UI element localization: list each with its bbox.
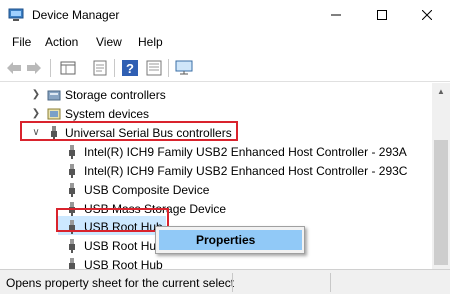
usb-plug-icon	[69, 239, 75, 253]
status-divider	[232, 273, 233, 292]
scroll-up-arrow-icon[interactable]: ▲	[432, 83, 450, 100]
details-page-icon	[93, 60, 107, 76]
system-devices-icon	[47, 108, 61, 120]
usb-plug-icon	[69, 145, 75, 159]
status-divider	[330, 273, 331, 292]
usb-plug-icon	[69, 183, 75, 197]
scroll-thumb[interactable]	[434, 140, 448, 265]
tree-item-label: USB Root Hub	[84, 239, 163, 253]
help-question-icon: ?	[122, 60, 138, 76]
tree-item-usb-root-hub[interactable]: USB Root Hub	[0, 255, 432, 269]
close-icon	[422, 10, 432, 20]
context-menu-properties[interactable]: Properties	[159, 230, 302, 250]
tree-item-label: USB Mass Storage Device	[84, 202, 227, 216]
minimize-icon	[331, 14, 341, 16]
tree-item-usb-host-controller-293a[interactable]: Intel(R) ICH9 Family USB2 Enhanced Host …	[0, 142, 432, 162]
tree-item-label: Intel(R) ICH9 Family USB2 Enhanced Host …	[84, 164, 408, 178]
toolbar-separator	[50, 59, 51, 77]
tree-item-label: USB Root Hub	[84, 258, 163, 269]
storage-controller-icon	[47, 90, 61, 101]
menu-view[interactable]: View	[96, 35, 122, 49]
scan-for-hardware-button[interactable]	[174, 58, 194, 78]
context-menu-properties-label: Properties	[196, 233, 256, 247]
usb-plug-icon	[69, 202, 75, 216]
title-bar: Device Manager	[0, 0, 450, 30]
chevron-right-icon[interactable]: ❯	[30, 107, 42, 119]
menu-help[interactable]: Help	[138, 35, 163, 49]
tree-item-usb-controllers[interactable]: ∨ Universal Serial Bus controllers	[0, 123, 432, 143]
back-arrow-icon	[7, 62, 21, 74]
menu-bar: File Action View Help	[0, 30, 450, 54]
maximize-icon	[377, 10, 387, 20]
tree-item-label: USB Root Hub	[84, 220, 163, 234]
tree-item-usb-composite-device[interactable]: USB Composite Device	[0, 180, 432, 200]
minimize-button[interactable]	[313, 0, 359, 30]
device-manager-app-icon	[8, 8, 24, 21]
vertical-scrollbar[interactable]: ▲	[432, 83, 450, 269]
scan-hardware-icon	[146, 60, 162, 76]
toolbar: ?	[0, 54, 450, 82]
usb-plug-icon	[69, 258, 75, 269]
context-menu: Properties	[155, 226, 305, 254]
close-button[interactable]	[404, 0, 450, 30]
view-button[interactable]	[144, 58, 164, 78]
toolbar-separator	[114, 59, 115, 77]
tree-item-label: Storage controllers	[65, 88, 166, 102]
tree-item-label: Intel(R) ICH9 Family USB2 Enhanced Host …	[84, 145, 407, 159]
chevron-down-icon[interactable]: ∨	[30, 126, 42, 138]
menu-file[interactable]: File	[12, 35, 31, 49]
back-button[interactable]	[4, 58, 24, 78]
tree-item-label: Universal Serial Bus controllers	[65, 126, 232, 140]
svg-text:?: ?	[126, 61, 134, 76]
tree-item-system-devices[interactable]: ❯ System devices	[0, 104, 432, 124]
properties-grid-icon	[60, 61, 76, 75]
usb-plug-icon	[69, 164, 75, 178]
tree-item-label: System devices	[65, 107, 150, 121]
usb-controller-icon	[51, 126, 57, 140]
tree-item-usb-host-controller-293c[interactable]: Intel(R) ICH9 Family USB2 Enhanced Host …	[0, 161, 432, 181]
tree-item-label: USB Composite Device	[84, 183, 210, 197]
show-hide-tree-button[interactable]	[58, 58, 78, 78]
window-title: Device Manager	[32, 8, 120, 22]
chevron-right-icon[interactable]: ❯	[30, 88, 42, 100]
tree-item-storage-controllers[interactable]: ❯ Storage controllers	[0, 85, 432, 105]
usb-plug-icon	[69, 220, 75, 234]
monitor-icon	[175, 60, 193, 75]
help-button[interactable]: ?	[120, 58, 140, 78]
toolbar-separator	[168, 59, 169, 77]
forward-arrow-icon	[27, 62, 41, 74]
status-text: Opens property sheet for the current sel…	[6, 276, 235, 290]
properties-button[interactable]	[90, 58, 110, 78]
maximize-button[interactable]	[359, 0, 405, 30]
forward-button[interactable]	[24, 58, 44, 78]
menu-action[interactable]: Action	[45, 35, 78, 49]
status-bar: Opens property sheet for the current sel…	[0, 269, 450, 294]
